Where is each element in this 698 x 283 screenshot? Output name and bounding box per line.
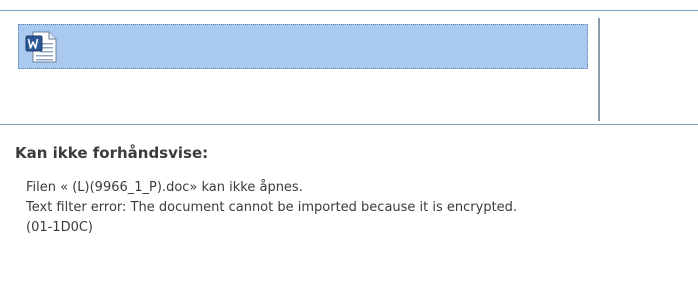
file-list-area [0,11,698,123]
section-divider [0,124,698,125]
error-line-reason: Text filter error: The document cannot b… [26,200,518,215]
error-line-code: (01-1D0C) [26,220,94,235]
column-divider[interactable] [598,18,600,121]
preview-error-message: Filen « (L)(9966_1_P).doc» kan ikke åpne… [26,178,517,238]
error-line-file: Filen « (L)(9966_1_P).doc» kan ikke åpne… [26,180,303,195]
word-document-icon [24,29,60,65]
selected-file-item[interactable] [18,24,588,69]
preview-pane: Kan ikke forhåndsvise: Filen « (L)(9966_… [0,0,698,283]
preview-error-title: Kan ikke forhåndsvise: [15,144,209,162]
